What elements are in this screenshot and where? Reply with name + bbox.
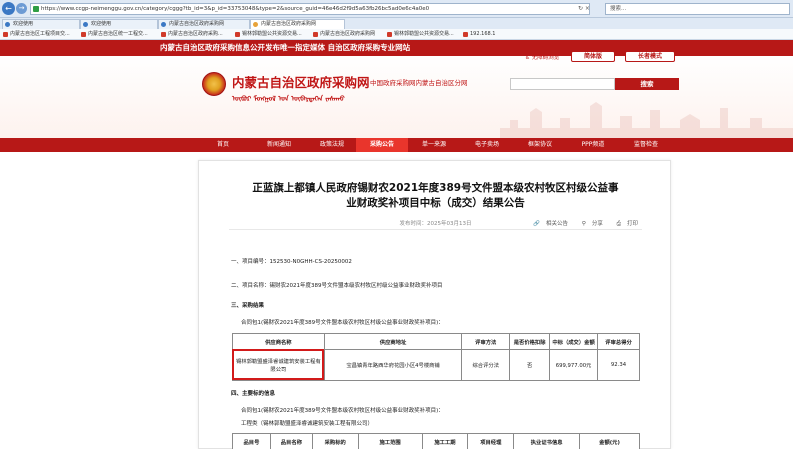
elder-mode-button[interactable]: 长者模式 (625, 51, 675, 62)
favorite-link[interactable]: 内蒙古自治区政府采购... (160, 29, 223, 40)
column-header: 执业证书信息 (513, 433, 581, 449)
favorite-link[interactable]: 内蒙古自治区工程项目交... (2, 29, 70, 40)
column-header: 供应商地址 (323, 333, 463, 350)
supplier-address: 宝昌镇青年路西华府花园小区4号楼商铺 (323, 349, 463, 381)
article-card: 正蓝旗上都镇人民政府锡财农2021年度389号文件盟本级农村牧区村级公益事 业财… (198, 160, 671, 449)
favorite-link[interactable]: 内蒙古自治区统一工程交... (80, 29, 148, 40)
nav-procurement-notice[interactable]: 采购公告 (356, 138, 408, 152)
supplier-highlight-box (232, 349, 324, 380)
nav-framework-agreement[interactable]: 框架协议 (518, 138, 562, 152)
column-header: 项目经理 (467, 433, 515, 449)
column-header: 供应商名称 (232, 333, 325, 350)
favorite-link[interactable]: 192.168.1 (462, 29, 495, 40)
page-icon (83, 22, 88, 27)
engineering-category: 工程类（锡林郭勒盟盛泽睿诚建筑安装工程有限公司） (241, 421, 374, 427)
url-text: https://www.ccgp-neimenggu.gov.cn/catego… (41, 6, 430, 12)
browser-address-bar: ← → https://www.ccgp-neimenggu.gov.cn/ca… (0, 0, 793, 18)
article-title: 正蓝旗上都镇人民政府锡财农2021年度389号文件盟本级农村牧区村级公益事 业财… (252, 182, 619, 209)
favorite-link[interactable]: 内蒙古自治区政府采购网 (312, 29, 375, 40)
url-input[interactable]: https://www.ccgp-neimenggu.gov.cn/catego… (30, 3, 590, 15)
section-heading-targets: 四、主要标的信息 (231, 391, 276, 397)
favorite-link[interactable]: 锡林郭勒盟公共资源交易... (386, 29, 454, 40)
bookmark-icon (81, 32, 86, 37)
table-header-row: 品目号 品目名称 采购标的 施工范围 施工工期 项目经理 执业证书信息 金额(元… (232, 433, 640, 449)
article-actions: 🔗 相关公告 ⚲ 分享 ⎙ 打印 (521, 219, 638, 228)
bookmark-icon (387, 32, 392, 37)
main-nav: 首页 新闻通知 政策法规 采购公告 单一来源 电子卖场 框架协议 PPP频道 监… (0, 138, 793, 152)
browser-tab-active[interactable]: 内蒙古自治区政府采购网 (250, 19, 345, 29)
national-emblem-icon (202, 72, 226, 96)
skyline-decoration-icon (500, 102, 793, 138)
column-header: 是否价格扣除 (509, 333, 551, 350)
page-icon (253, 22, 258, 27)
project-number: 一、项目编号：152530-N0GHH-CS-20250002 (231, 259, 352, 265)
nav-home[interactable]: 首页 (205, 138, 241, 152)
column-header: 中标（成交）金额 (549, 333, 599, 350)
price-deduction: 否 (509, 349, 551, 381)
bookmark-icon (3, 32, 8, 37)
back-arrow-icon[interactable]: ← (2, 2, 15, 15)
contract-package-label: 合同包1(锡财农2021年度389号文件盟本级农村牧区村级公益事业财政奖补项目)… (241, 408, 444, 414)
browser-tab[interactable]: 欢迎使用 (80, 19, 158, 29)
site-title: 内蒙古自治区政府采购网 (232, 75, 370, 90)
nav-single-source[interactable]: 单一来源 (412, 138, 456, 152)
section-heading-result: 三、采购结果 (231, 303, 265, 309)
bookmark-icon (235, 32, 240, 37)
target-table: 品目号 品目名称 采购标的 施工范围 施工工期 项目经理 执业证书信息 金额(元… (232, 433, 640, 449)
simplified-button[interactable]: 简体版 (571, 51, 615, 62)
favorites-bar: 内蒙古自治区工程项目交... 内蒙古自治区统一工程交... 内蒙古自治区政府采购… (0, 29, 793, 40)
lock-icon (33, 6, 39, 12)
nav-supervision[interactable]: 监督检查 (624, 138, 668, 152)
browser-search-placeholder: 搜索... (610, 6, 627, 12)
accessibility-link[interactable]: ♿ 无障碍浏览 (525, 53, 559, 63)
browser-tab[interactable]: 内蒙古自治区政府采购网 (158, 19, 250, 29)
award-amount: 699,977.00元 (549, 349, 599, 381)
site-header: ♿ 无障碍浏览 简体版 长者模式 内蒙古自治区政府采购网 中国政府采购网内蒙古自… (0, 51, 793, 138)
site-search-input[interactable] (510, 78, 615, 90)
project-name: 二、项目名称：锡财农2021年度389号文件盟本级农村牧区村级公益事业财政奖补项… (231, 283, 443, 289)
page-icon (5, 22, 10, 27)
bookmark-icon (313, 32, 318, 37)
table-header-row: 供应商名称 供应商地址 评审方法 是否价格扣除 中标（成交）金额 评审总得分 (232, 333, 640, 350)
column-header: 评审总得分 (597, 333, 640, 350)
mongolian-title: ᠦᠪᠦᠷ ᠮᠣᠩᠭᠣᠯ ᠤᠨ ᠥᠪᠡᠷᠲᠡᠭᠡᠨ ᠵᠠᠰᠠᠬᠤ (232, 95, 345, 103)
nav-news[interactable]: 新闻通知 (257, 138, 301, 152)
column-header: 施工工期 (421, 433, 469, 449)
refresh-icon[interactable]: ↻ × (578, 3, 590, 15)
evaluation-method: 综合评分法 (461, 349, 511, 381)
share-icon: ⚲ (581, 221, 586, 227)
forward-arrow-icon[interactable]: → (16, 3, 27, 14)
slogan-text: 内蒙古自治区政府采购信息公开发布唯一指定媒体 自治区政府采购专业网站 (160, 43, 411, 52)
nav-policy[interactable]: 政策法规 (310, 138, 354, 152)
divider (229, 229, 642, 230)
browser-tab[interactable]: 欢迎使用 (2, 19, 80, 29)
nav-ppp[interactable]: PPP频道 (571, 138, 615, 152)
column-header: 品目名称 (269, 433, 313, 449)
total-score: 92.34 (597, 349, 640, 381)
column-header: 采购标的 (311, 433, 359, 449)
favorite-link[interactable]: 锡林郭勒盟公共资源交易... (234, 29, 302, 40)
site-search-button[interactable]: 搜索 (615, 78, 679, 90)
column-header: 金额(元) (579, 433, 640, 449)
contract-package-label: 合同包1(锡财农2021年度389号文件盟本级农村牧区村级公益事业财政奖补项目)… (241, 320, 444, 326)
bookmark-icon (463, 32, 468, 37)
column-header: 施工范围 (357, 433, 423, 449)
browser-search-input[interactable]: 搜索... (605, 3, 790, 15)
page-icon (161, 22, 166, 27)
column-header: 评审方法 (461, 333, 511, 350)
nav-e-mall[interactable]: 电子卖场 (465, 138, 509, 152)
share-link[interactable]: ⚲ 分享 (576, 221, 603, 227)
bookmark-icon (161, 32, 166, 37)
related-notice-link[interactable]: 🔗 相关公告 (527, 221, 568, 227)
print-icon: ⎙ (616, 221, 621, 227)
link-icon: 🔗 (533, 221, 541, 227)
column-header: 品目号 (232, 433, 271, 449)
browser-tab-strip: 欢迎使用 欢迎使用 内蒙古自治区政府采购网 内蒙古自治区政府采购网 (0, 18, 793, 29)
print-link[interactable]: ⎙ 打印 (611, 221, 638, 227)
accessibility-icon: ♿ (525, 55, 530, 61)
site-subtitle: 中国政府采购网内蒙古自治区分网 (370, 79, 468, 87)
